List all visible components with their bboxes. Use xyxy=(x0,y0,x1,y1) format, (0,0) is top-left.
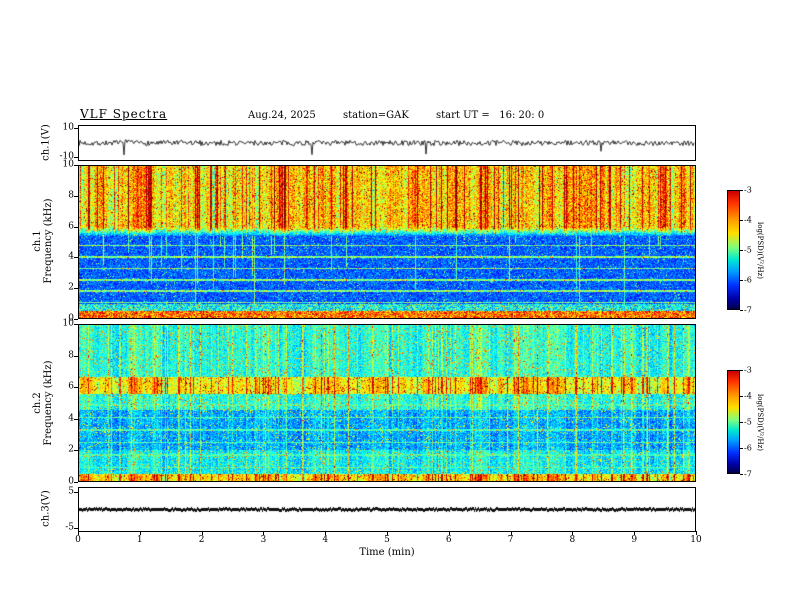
x-tick-label: 1 xyxy=(136,535,143,545)
y-tick-label: 6 xyxy=(68,381,74,392)
colorbar-tick-label: -5 xyxy=(744,245,752,255)
ch3-waveform-panel xyxy=(78,487,696,532)
figure-title: VLF Spectra xyxy=(80,107,168,121)
y-tick-mark xyxy=(74,324,78,325)
y-tick-mark xyxy=(74,288,78,290)
x-tick-label: 6 xyxy=(445,535,452,545)
y-tick-label: 10 xyxy=(62,122,74,133)
y-tick-mark xyxy=(74,491,78,493)
ch3-wave-axis-label-text: ch.3(V) xyxy=(40,490,52,527)
y-tick-mark xyxy=(74,450,78,452)
ch1-waveform-panel xyxy=(78,125,696,161)
y-tick-mark xyxy=(74,482,78,483)
y-tick-mark xyxy=(74,387,78,389)
ch1-spectrogram-canvas xyxy=(79,166,695,318)
date-label: Aug.24, 2025 xyxy=(248,110,316,121)
y-tick-label: 2 xyxy=(68,282,74,293)
x-tick-label: 8 xyxy=(569,535,576,545)
colorbar-tick-mark xyxy=(740,310,743,311)
x-tick-mark xyxy=(387,531,388,535)
colorbar-tick-mark xyxy=(740,448,743,449)
station-label: station=GAK xyxy=(343,110,409,121)
x-tick-label: 4 xyxy=(322,535,329,545)
y-tick-label: 8 xyxy=(68,190,74,201)
colorbar-tick-label: -7 xyxy=(744,469,752,479)
ch1-waveform-canvas xyxy=(79,126,695,160)
y-tick-label: -5 xyxy=(65,522,74,532)
colorbar-tick-mark xyxy=(740,474,743,475)
colorbar-tick-label: -4 xyxy=(744,391,752,401)
time-axis-label: Time (min) xyxy=(359,547,415,558)
x-tick-mark xyxy=(263,531,265,535)
ch1-colorbar xyxy=(727,190,740,310)
x-tick-label: 7 xyxy=(507,535,514,545)
ch3-waveform-canvas xyxy=(79,488,695,531)
y-tick-mark xyxy=(74,156,78,158)
ch1-spectrogram-panel xyxy=(78,165,696,319)
colorbar-tick-mark xyxy=(740,396,743,397)
x-tick-label: 10 xyxy=(690,535,702,545)
ch3-wave-axis-label: ch.3(V) xyxy=(41,409,52,609)
x-tick-label: 5 xyxy=(384,535,390,545)
ch2-spectrogram-panel xyxy=(78,324,696,482)
colorbar-tick-mark xyxy=(740,250,743,251)
colorbar-tick-label: -7 xyxy=(744,305,752,315)
colorbar-tick-mark xyxy=(740,422,743,423)
ch1-colorbar-units-label: log(PSD)(V²/Hz) xyxy=(756,221,764,279)
colorbar-tick-label: -6 xyxy=(744,275,752,285)
y-tick-label: 4 xyxy=(68,413,74,424)
y-tick-mark xyxy=(74,418,78,420)
y-tick-mark xyxy=(74,527,78,529)
y-tick-label: 0 xyxy=(68,476,74,487)
x-tick-mark xyxy=(139,531,141,535)
x-tick-label: 2 xyxy=(198,535,205,545)
y-tick-label: 5 xyxy=(68,486,74,496)
ch2-colorbar-units-label: log(PSD)(V²/Hz) xyxy=(756,393,764,451)
y-tick-mark xyxy=(74,319,78,320)
x-tick-mark xyxy=(448,531,450,535)
y-tick-label: 10 xyxy=(62,159,74,170)
y-tick-label: 8 xyxy=(68,350,74,361)
x-tick-mark xyxy=(696,531,697,535)
y-tick-mark xyxy=(74,128,78,130)
x-tick-mark xyxy=(201,531,203,535)
x-tick-label: 0 xyxy=(75,535,81,545)
colorbar-tick-mark xyxy=(740,370,743,371)
colorbar-tick-mark xyxy=(740,190,743,191)
ch2-colorbar xyxy=(727,370,740,474)
colorbar-tick-mark xyxy=(740,280,743,281)
x-tick-mark xyxy=(634,531,636,535)
colorbar-tick-label: -3 xyxy=(744,365,752,375)
y-tick-mark xyxy=(74,165,78,166)
y-tick-mark xyxy=(74,257,78,259)
y-tick-label: 6 xyxy=(68,221,74,232)
x-tick-mark xyxy=(325,531,327,535)
y-tick-label: 2 xyxy=(68,444,74,455)
y-tick-label: 4 xyxy=(68,251,74,262)
ch2-spectrogram-canvas xyxy=(79,325,695,481)
y-tick-label: 10 xyxy=(62,318,74,329)
x-tick-label: 3 xyxy=(260,535,267,545)
y-tick-mark xyxy=(74,226,78,228)
y-tick-mark xyxy=(74,195,78,197)
x-tick-mark xyxy=(78,531,79,535)
colorbar-tick-label: -5 xyxy=(744,417,752,427)
colorbar-tick-label: -6 xyxy=(744,443,752,453)
x-tick-label: 9 xyxy=(631,535,638,545)
colorbar-tick-mark xyxy=(740,220,743,221)
x-tick-mark xyxy=(572,531,574,535)
colorbar-tick-label: -3 xyxy=(744,185,752,195)
y-tick-mark xyxy=(74,355,78,357)
x-tick-mark xyxy=(510,531,512,535)
start-ut-label: start UT = 16: 20: 0 xyxy=(436,110,545,121)
vlf-spectra-figure: VLF Spectra Aug.24, 2025 station=GAK sta… xyxy=(0,0,792,612)
colorbar-tick-label: -4 xyxy=(744,215,752,225)
